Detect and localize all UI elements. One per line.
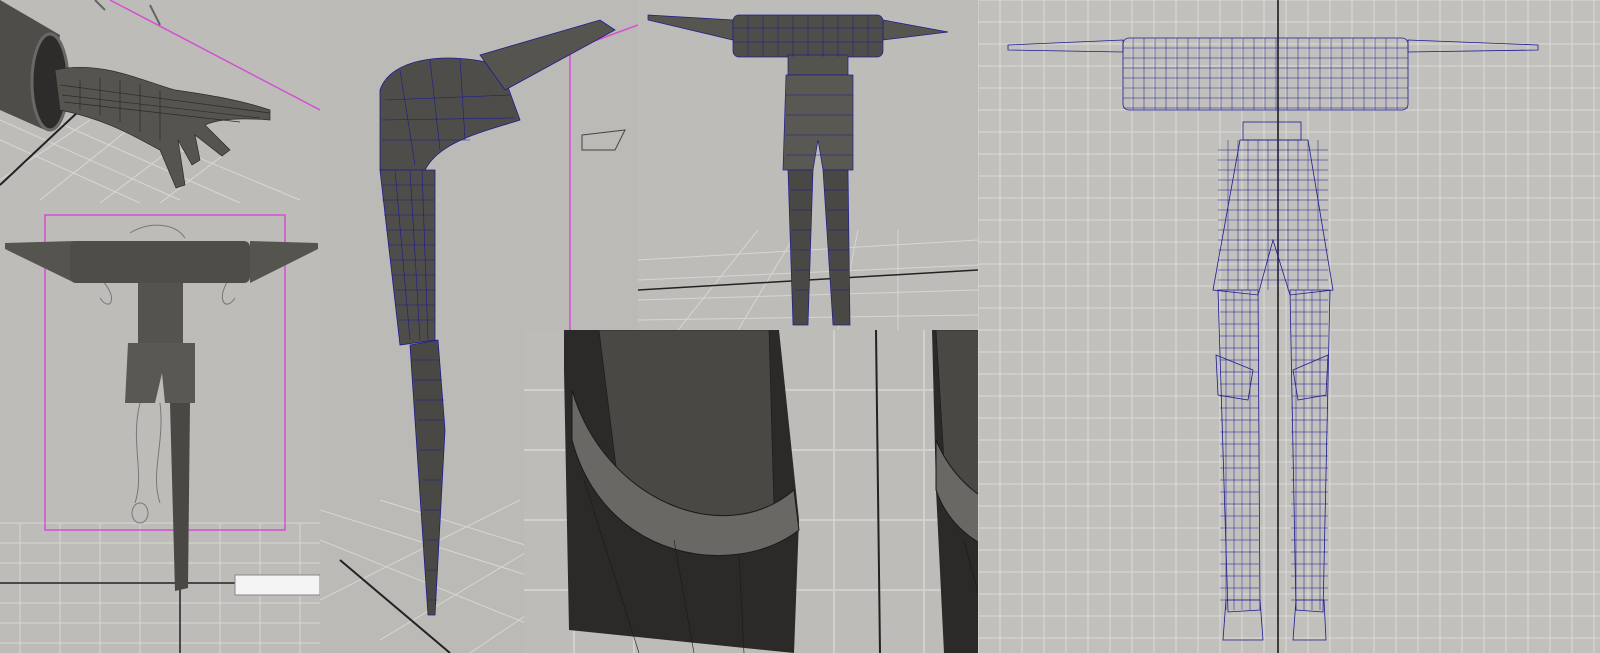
viewport-front-wireframe[interactable] xyxy=(978,0,1600,653)
front-shaded-render xyxy=(0,203,338,653)
left-knee-mesh xyxy=(564,330,800,653)
modeling-collage xyxy=(0,0,1600,653)
front-perspective-render xyxy=(638,0,978,330)
viewport-hand-closeup[interactable] xyxy=(0,0,320,203)
front-wireframe-render xyxy=(978,0,1600,653)
tool-tip-box xyxy=(234,574,321,596)
hand-closeup-render xyxy=(0,0,320,203)
viewport-front-perspective[interactable] xyxy=(638,0,978,330)
viewport-front-shaded[interactable] xyxy=(0,203,338,653)
